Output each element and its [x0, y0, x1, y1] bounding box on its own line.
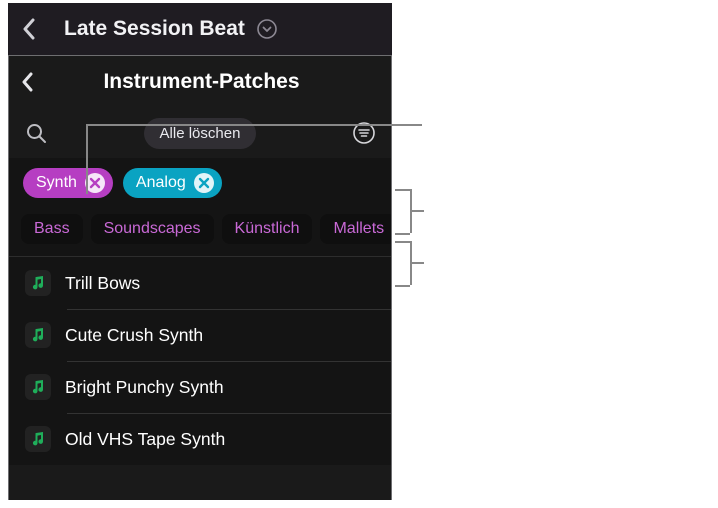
callout-line — [86, 124, 88, 194]
results-list[interactable]: Trill Bows Cute Crush Synth Bright Punchy … — [9, 257, 391, 465]
callout-bracket — [395, 233, 410, 235]
list-item[interactable]: Trill Bows — [9, 257, 391, 309]
suggestion-chip[interactable]: Künstlich — [222, 214, 313, 244]
callout-bracket — [410, 210, 424, 212]
music-note-icon — [25, 270, 51, 296]
active-tag-label: Analog — [136, 174, 186, 192]
active-tag[interactable]: Analog — [123, 168, 222, 198]
clear-all-button[interactable]: Alle löschen — [144, 118, 257, 149]
panel-title: Instrument-Patches — [24, 70, 379, 94]
list-item-label: Old VHS Tape Synth — [65, 429, 225, 450]
active-tags-row: Synth Analog — [9, 158, 391, 208]
music-note-icon — [25, 322, 51, 348]
suggestion-chip[interactable]: Soundscapes — [91, 214, 214, 244]
list-item[interactable]: Bright Punchy Synth — [9, 361, 391, 413]
suggestion-chips-row[interactable]: BassSoundscapesKünstlichMalletsPe — [9, 208, 391, 257]
patches-panel: Instrument-Patches Alle löschen Synth Ana… — [8, 55, 392, 500]
callout-bracket — [395, 241, 410, 243]
list-item-label: Bright Punchy Synth — [65, 377, 224, 398]
remove-tag-icon[interactable] — [194, 173, 214, 193]
list-item-label: Cute Crush Synth — [65, 325, 203, 346]
project-dropdown-icon[interactable] — [257, 19, 277, 39]
callout-bracket — [395, 285, 410, 287]
app-header: Late Session Beat — [8, 3, 392, 55]
remove-tag-icon[interactable] — [85, 173, 105, 193]
suggestion-chip[interactable]: Mallets — [320, 214, 391, 244]
music-note-icon — [25, 374, 51, 400]
suggestion-chip[interactable]: Bass — [21, 214, 83, 244]
active-tag-label: Synth — [36, 174, 77, 192]
search-icon[interactable] — [23, 122, 49, 144]
callout-line — [86, 124, 422, 126]
active-tag[interactable]: Synth — [23, 168, 113, 198]
callout-bracket — [410, 262, 424, 264]
list-item[interactable]: Old VHS Tape Synth — [9, 413, 391, 465]
callout-bracket — [395, 189, 410, 191]
music-note-icon — [25, 426, 51, 452]
search-row: Alle löschen — [9, 108, 391, 158]
project-title: Late Session Beat — [64, 17, 245, 41]
list-item[interactable]: Cute Crush Synth — [9, 309, 391, 361]
panel-header: Instrument-Patches — [9, 56, 391, 108]
list-item-label: Trill Bows — [65, 273, 140, 294]
back-chevron-icon[interactable] — [22, 18, 36, 40]
